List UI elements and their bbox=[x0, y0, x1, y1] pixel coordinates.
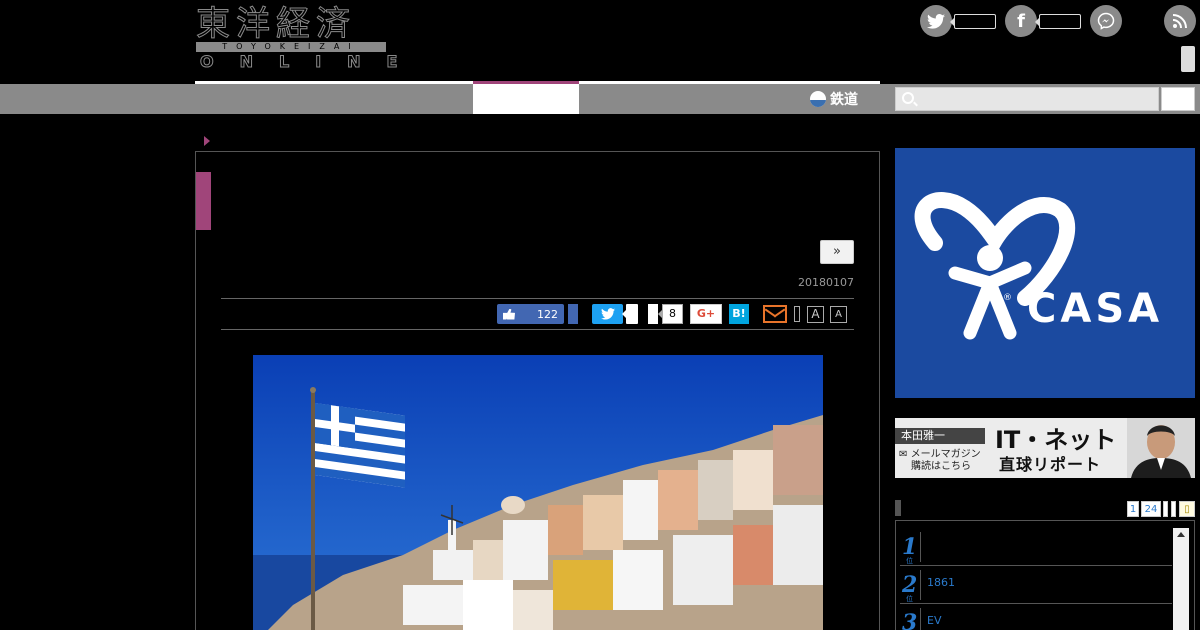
ranking-divider bbox=[920, 532, 921, 562]
share-rule-bottom bbox=[221, 329, 854, 330]
nav-link-rail[interactable]: 鉄道 bbox=[810, 88, 858, 110]
site-logo[interactable]: 東洋経済 TOYOKEIZAI ONLINE bbox=[196, 4, 398, 72]
ranking-divider bbox=[920, 570, 921, 600]
search-icon bbox=[902, 92, 914, 104]
banner-title-line2: 直球リポート bbox=[999, 455, 1102, 474]
google-plus-button[interactable]: G+ bbox=[690, 304, 722, 324]
search-input[interactable] bbox=[895, 87, 1159, 111]
breadcrumb-arrow-icon bbox=[204, 136, 210, 146]
banner-subtitle-line1: メールマガジン bbox=[910, 449, 981, 460]
messenger-share[interactable] bbox=[1090, 5, 1122, 37]
logo-kanji: 東洋経済 bbox=[196, 4, 356, 44]
side-tab[interactable] bbox=[1181, 46, 1195, 72]
ranking-divider bbox=[920, 608, 921, 630]
facebook-like-button[interactable]: 122 bbox=[497, 304, 564, 324]
next-page-button[interactable]: » bbox=[820, 240, 854, 264]
nav-tab-active[interactable] bbox=[473, 84, 579, 114]
twitter-follow[interactable] bbox=[920, 5, 996, 37]
banner-subtitle-line2: 購読はこちら bbox=[911, 461, 971, 472]
ranking-unit: 位 bbox=[906, 557, 913, 565]
ranking-item[interactable]: 1 位 bbox=[900, 528, 1172, 566]
facebook-share-button[interactable] bbox=[568, 304, 578, 324]
tweet-count bbox=[622, 304, 638, 324]
ranking-title[interactable]: 1861 bbox=[927, 576, 955, 589]
rss-icon[interactable] bbox=[1164, 5, 1196, 37]
mail-icon[interactable] bbox=[763, 305, 787, 323]
banner-subtitle: ✉ メールマガジン 購読はこちら bbox=[899, 449, 981, 473]
rss-link[interactable] bbox=[1164, 5, 1196, 37]
ranking-tab-24h[interactable]: 24 bbox=[1141, 501, 1161, 517]
ranking-tab-a[interactable] bbox=[1163, 501, 1168, 517]
author-photo bbox=[1127, 418, 1195, 478]
ad-brand-text: CASA bbox=[1027, 286, 1164, 332]
print-icon[interactable] bbox=[794, 306, 800, 322]
train-icon bbox=[810, 91, 826, 107]
hatena-count: 8 bbox=[658, 304, 683, 324]
page: 東洋経済 TOYOKEIZAI ONLINE f 鉄道 » 20180107 1… bbox=[0, 0, 1200, 630]
ranking-tab-c[interactable]: ▯ bbox=[1179, 501, 1195, 517]
ad-banner-casa[interactable]: ® CASA bbox=[895, 148, 1195, 398]
svg-text:®: ® bbox=[1003, 293, 1012, 303]
font-size-large-button[interactable]: A bbox=[807, 306, 824, 323]
ranking-number: 3 bbox=[902, 610, 918, 630]
article-title-accent bbox=[196, 172, 211, 230]
mail-small-icon: ✉ bbox=[899, 449, 908, 460]
ranking-unit: 位 bbox=[906, 595, 913, 603]
hatena-bookmark-button[interactable]: B! bbox=[729, 304, 749, 324]
scroll-up-arrow-icon[interactable] bbox=[1177, 532, 1185, 537]
search-button[interactable] bbox=[1161, 87, 1195, 111]
banner-title-line1: IT・ネット bbox=[995, 426, 1117, 454]
logo-online: ONLINE bbox=[199, 52, 424, 72]
ranking-tab-b[interactable] bbox=[1171, 501, 1176, 517]
ranking-item[interactable]: 3 位 EV bbox=[900, 604, 1172, 630]
ranking-tab-1h[interactable]: 1 bbox=[1127, 501, 1139, 517]
ranking-scrollbar[interactable] bbox=[1173, 528, 1189, 630]
article-date: 20180107 bbox=[798, 276, 854, 289]
facebook-like-count: 122 bbox=[537, 307, 558, 321]
newsletter-banner[interactable]: 本田雅一 ✉ メールマガジン 購読はこちら IT・ネット 直球リポート bbox=[895, 418, 1195, 478]
facebook-follow[interactable]: f bbox=[1005, 5, 1081, 37]
twitter-icon[interactable] bbox=[920, 5, 952, 37]
article-hero-image bbox=[253, 355, 823, 630]
facebook-icon[interactable]: f bbox=[1005, 5, 1037, 37]
messenger-icon[interactable] bbox=[1090, 5, 1122, 37]
ranking-item[interactable]: 2 位 1861 bbox=[900, 566, 1172, 604]
twitter-count-bubble bbox=[950, 13, 996, 29]
ranking-title[interactable]: EV bbox=[927, 614, 941, 627]
share-rule-top bbox=[221, 298, 854, 299]
ranking-header-bar bbox=[895, 500, 901, 516]
thumbs-up-icon bbox=[503, 308, 515, 320]
tweet-button[interactable] bbox=[592, 304, 623, 324]
pocket-button[interactable] bbox=[648, 304, 658, 324]
banner-author: 本田雅一 bbox=[895, 428, 985, 444]
font-size-small-button[interactable]: A bbox=[830, 306, 847, 323]
logo-roman: TOYOKEIZAI bbox=[196, 42, 386, 52]
facebook-count-bubble bbox=[1035, 13, 1081, 29]
nav-link-rail-label: 鉄道 bbox=[830, 92, 858, 108]
